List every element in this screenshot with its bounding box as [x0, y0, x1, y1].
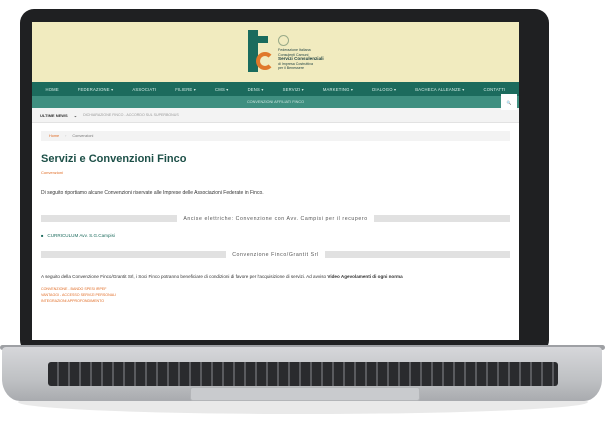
page-subtitle[interactable]: Convenzioni	[41, 170, 519, 175]
search-icon: 🔍	[506, 100, 512, 105]
section-heading-text: Ancise elettriche: Convenzione con Avv. …	[183, 215, 368, 222]
nav-item-filiere[interactable]: FILIERE ▾	[175, 87, 196, 92]
logo-mark-icon	[248, 30, 274, 72]
keyboard-icon	[48, 362, 558, 386]
nav-item-contatti[interactable]: CONTATTI	[483, 87, 505, 92]
breadcrumb-current: Convenzioni	[72, 134, 94, 138]
page-title: Servizi e Convenzioni Finco	[41, 153, 187, 165]
breadcrumb: Home › Convenzioni	[41, 131, 510, 141]
breadcrumb-separator: ›	[65, 134, 67, 138]
orange-link[interactable]: INTEGRAZIONI APPROFONDIMENTO	[41, 298, 519, 304]
site-logo[interactable]: Federazione Italiana Consulenti Camuni S…	[248, 30, 324, 72]
nav-item-dialogo[interactable]: DIALOGO ▾	[372, 87, 396, 92]
trackpad	[190, 387, 420, 401]
main-nav: HOME FEDERAZIONE ▾ ASSOCIATI FILIERE ▾ C…	[32, 82, 519, 96]
list-item[interactable]: ■ CURRICULUM Avv. S.G.Campisi	[41, 233, 519, 238]
intro-text: Di seguito riportiamo alcune Convenzioni…	[41, 190, 264, 196]
logo-line: per il Benessere	[278, 66, 304, 71]
nav-item-cms[interactable]: CMS ▾	[215, 87, 229, 92]
chevron-down-icon[interactable]: ⌄	[74, 113, 77, 118]
breadcrumb-home-link[interactable]: Home	[49, 134, 59, 138]
bullet-icon: ■	[41, 233, 44, 238]
nav-item-servizi[interactable]: SERVIZI ▾	[283, 87, 304, 92]
site-header: Federazione Italiana Consulenti Camuni S…	[32, 22, 519, 82]
orange-link-list: CONVENZIONE - BANDO SPESI IRPEF VANTAGGI…	[41, 286, 519, 304]
seal-icon	[278, 35, 289, 47]
nav-item-federazione[interactable]: FEDERAZIONE ▾	[78, 87, 114, 92]
ticker-label: ULTIME NEWS	[40, 112, 68, 118]
laptop-screen: Federazione Italiana Consulenti Camuni S…	[32, 22, 519, 340]
nav-item-home[interactable]: HOME	[45, 87, 58, 92]
sub-nav: CONVENZIONI AFFILIATI FINCO 🔍	[32, 94, 519, 110]
search-button[interactable]: 🔍	[501, 94, 517, 110]
ticker-news-link[interactable]: DICHIARAZIONE FINCO - ACCORDO SUL SUPERB…	[83, 113, 179, 117]
nav-item-marketing[interactable]: MARKETING ▾	[323, 87, 353, 92]
section-heading-accise: Ancise elettriche: Convenzione con Avv. …	[41, 214, 510, 223]
section-heading-grantit: Convenzione Finco/Grantit Srl	[41, 250, 511, 259]
news-ticker: ULTIME NEWS ⌄ DICHIARAZIONE FINCO - ACCO…	[32, 108, 519, 123]
nav-item-dens[interactable]: DENS ▾	[248, 87, 264, 92]
sub-nav-text[interactable]: CONVENZIONI AFFILIATI FINCO	[247, 100, 304, 104]
section-heading-text: Convenzione Finco/Grantit Srl	[232, 251, 319, 258]
nav-item-associati[interactable]: ASSOCIATI	[132, 87, 156, 92]
nav-item-bacheca[interactable]: BACHECA ALLEANZE ▾	[415, 87, 464, 92]
curriculum-link[interactable]: CURRICULUM Avv. S.G.Campisi	[47, 233, 114, 238]
paragraph-bold: Video Agevolamenti di ogni norma	[327, 274, 403, 279]
paragraph-text: A seguito della Convenzione Finco/Granti…	[41, 274, 327, 279]
grantit-paragraph: A seguito della Convenzione Finco/Granti…	[41, 274, 510, 280]
logo-text: Federazione Italiana Consulenti Camuni S…	[278, 35, 324, 71]
